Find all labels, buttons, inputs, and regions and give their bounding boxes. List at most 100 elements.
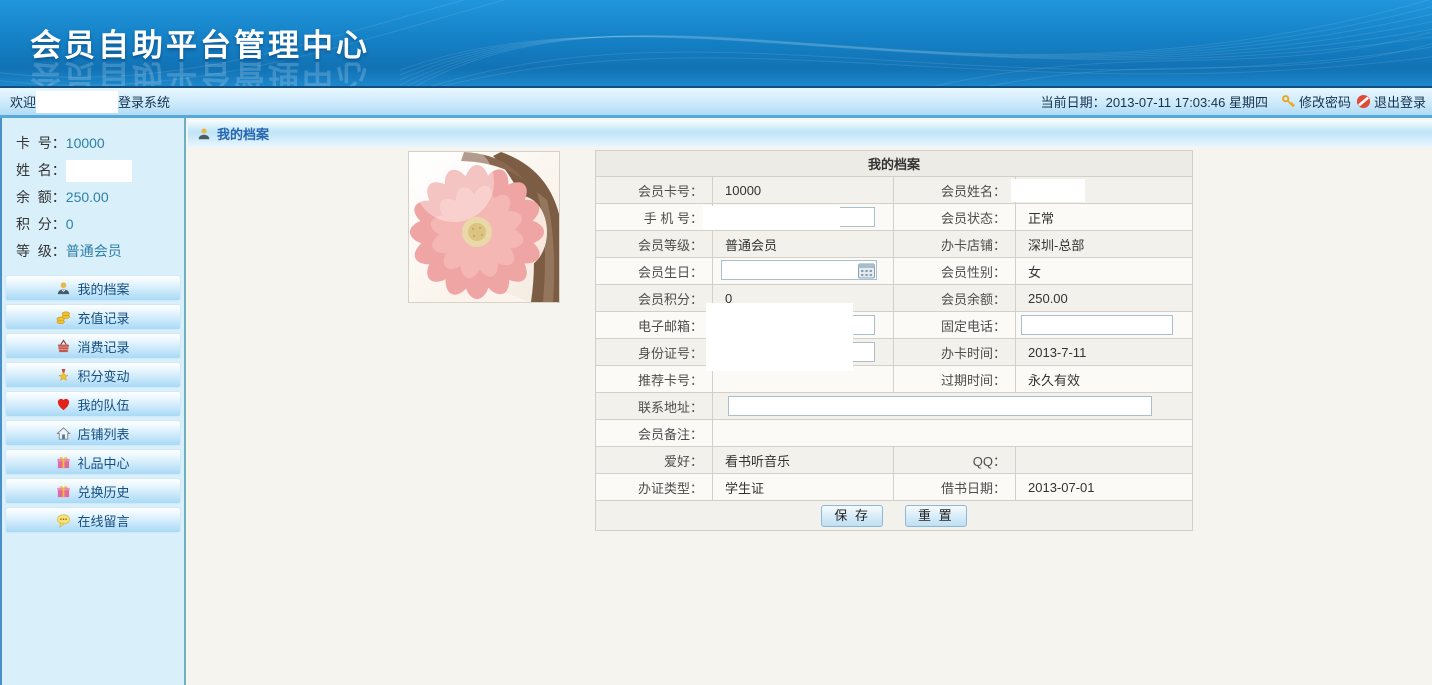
form-row-email: 电子邮箱： 固定电话： [596, 312, 1193, 339]
topbar: 欢迎 登录系统 当前日期：2013-07-11 17:03:46 星期四 修改密… [0, 88, 1432, 118]
field-label: QQ： [894, 447, 1016, 474]
reset-button[interactable]: 重 置 [905, 505, 967, 527]
basket-icon [56, 339, 71, 354]
sidebar-item-my-profile[interactable]: 我的档案 [5, 275, 181, 301]
welcome-prefix-text: 欢迎 [10, 92, 36, 111]
redaction-box [703, 206, 840, 230]
save-button[interactable]: 保 存 [821, 505, 883, 527]
field-label: 手 机 号： [596, 204, 713, 231]
sidebar-menu: 我的档案 充值记录 消费记录 积分变动 [2, 275, 184, 533]
field-value: 10000 [713, 177, 894, 204]
user-icon [197, 127, 211, 141]
field-value: 250.00 [1016, 285, 1193, 312]
redaction-box [1011, 179, 1085, 202]
field-label: 联系地址： [596, 393, 713, 420]
field-label: 固定电话： [894, 312, 1016, 339]
welcome-area: 欢迎 登录系统 [10, 91, 170, 113]
field-value: 女 [1016, 258, 1193, 285]
summary-name: 姓 名： [16, 157, 184, 184]
field-value: 深圳-总部 [1016, 231, 1193, 258]
user-icon [56, 281, 71, 296]
form-row-hobby: 爱好： 看书听音乐 QQ： [596, 447, 1193, 474]
field-label: 办证类型： [596, 474, 713, 501]
field-value: 正常 [1016, 204, 1193, 231]
field-value: 普通会员 [713, 231, 894, 258]
medal-icon [56, 368, 71, 383]
field-value [1016, 447, 1193, 474]
member-summary-panel: 卡 号：10000 姓 名： 余 额：250.00 积 分：0 等 级：普通会员 [2, 118, 184, 269]
chat-icon [56, 513, 71, 528]
field-label: 电子邮箱： [596, 312, 713, 339]
sidebar-item-gift-center[interactable]: 礼品中心 [5, 449, 181, 475]
field-value: 学生证 [713, 474, 894, 501]
change-password-link[interactable]: 修改密码 [1281, 92, 1351, 111]
field-label: 推荐卡号： [596, 366, 713, 393]
form-row-id-no: 身份证号： 办卡时间： 2013-7-11 [596, 339, 1193, 366]
summary-points: 积 分：0 [16, 211, 184, 238]
field-label: 会员性别： [894, 258, 1016, 285]
profile-form-table: 我的档案 会员卡号： 10000 会员姓名： 手 机 号： 会员状态： 正常 会… [595, 150, 1193, 531]
breadcrumb-title: 我的档案 [217, 124, 269, 143]
birthday-input[interactable] [721, 260, 877, 280]
redaction-box [706, 303, 853, 371]
gift-icon [56, 455, 71, 470]
home-icon [56, 426, 71, 441]
field-label: 办卡店铺： [894, 231, 1016, 258]
field-label: 爱好： [596, 447, 713, 474]
form-row-referrer: 推荐卡号： 过期时间： 永久有效 [596, 366, 1193, 393]
form-row-points: 会员积分： 0 会员余额： 250.00 [596, 285, 1193, 312]
field-label: 会员备注： [596, 420, 713, 447]
form-row-card-no: 会员卡号： 10000 会员姓名： [596, 177, 1193, 204]
form-row-cert-type: 办证类型： 学生证 借书日期： 2013-07-01 [596, 474, 1193, 501]
field-label: 会员生日： [596, 258, 713, 285]
sidebar: 卡 号：10000 姓 名： 余 额：250.00 积 分：0 等 级：普通会员… [0, 118, 186, 685]
sidebar-item-store-list[interactable]: 店铺列表 [5, 420, 181, 446]
form-title-row: 我的档案 [596, 151, 1193, 177]
key-icon [1281, 94, 1296, 109]
member-photo [408, 151, 560, 303]
form-row-address: 联系地址： [596, 393, 1193, 420]
redaction-box [36, 91, 118, 113]
sidebar-item-my-team[interactable]: 我的队伍 [5, 391, 181, 417]
heart-icon [56, 397, 71, 412]
address-input[interactable] [728, 396, 1152, 416]
field-value: 看书听音乐 [713, 447, 894, 474]
breadcrumb: 我的档案 [188, 120, 1432, 147]
field-value: 2013-07-01 [1016, 474, 1193, 501]
field-label: 会员等级： [596, 231, 713, 258]
summary-balance: 余 额：250.00 [16, 184, 184, 211]
field-label: 会员姓名： [894, 177, 1016, 204]
form-button-row: 保 存 重 置 [596, 501, 1193, 531]
form-row-level: 会员等级： 普通会员 办卡店铺： 深圳-总部 [596, 231, 1193, 258]
form-row-mobile: 手 机 号： 会员状态： 正常 [596, 204, 1193, 231]
summary-level: 等 级：普通会员 [16, 238, 184, 265]
form-title: 我的档案 [596, 151, 1193, 177]
sidebar-item-points-changes[interactable]: 积分变动 [5, 362, 181, 388]
sidebar-item-online-messages[interactable]: 在线留言 [5, 507, 181, 533]
tel-input[interactable] [1021, 315, 1173, 335]
main-area: 我的档案 [188, 118, 1432, 685]
field-value [713, 420, 1193, 447]
field-value: 2013-7-11 [1016, 339, 1193, 366]
gift-icon [56, 484, 71, 499]
summary-card-no: 卡 号：10000 [16, 130, 184, 157]
sidebar-item-recharge-records[interactable]: 充值记录 [5, 304, 181, 330]
app-header: 会员自助平台管理中心 会员自助平台管理中心 [0, 0, 1432, 88]
field-label: 身份证号： [596, 339, 713, 366]
content-area: 我的档案 会员卡号： 10000 会员姓名： 手 机 号： 会员状态： 正常 会… [188, 150, 1432, 685]
app-title-reflection: 会员自助平台管理中心 [30, 56, 370, 88]
sidebar-item-consumption-records[interactable]: 消费记录 [5, 333, 181, 359]
form-row-birthday: 会员生日： 会员性别： [596, 258, 1193, 285]
field-label: 办卡时间： [894, 339, 1016, 366]
field-label: 会员积分： [596, 285, 713, 312]
calendar-icon[interactable] [858, 263, 875, 279]
current-date-text: 当前日期：2013-07-11 17:03:46 星期四 [1041, 92, 1268, 111]
sidebar-item-exchange-history[interactable]: 兑换历史 [5, 478, 181, 504]
field-label: 会员余额： [894, 285, 1016, 312]
logout-link[interactable]: 退出登录 [1356, 92, 1426, 111]
logout-icon [1356, 94, 1371, 109]
field-label: 过期时间： [894, 366, 1016, 393]
field-label: 借书日期： [894, 474, 1016, 501]
form-row-remark: 会员备注： [596, 420, 1193, 447]
coins-icon [56, 310, 71, 325]
